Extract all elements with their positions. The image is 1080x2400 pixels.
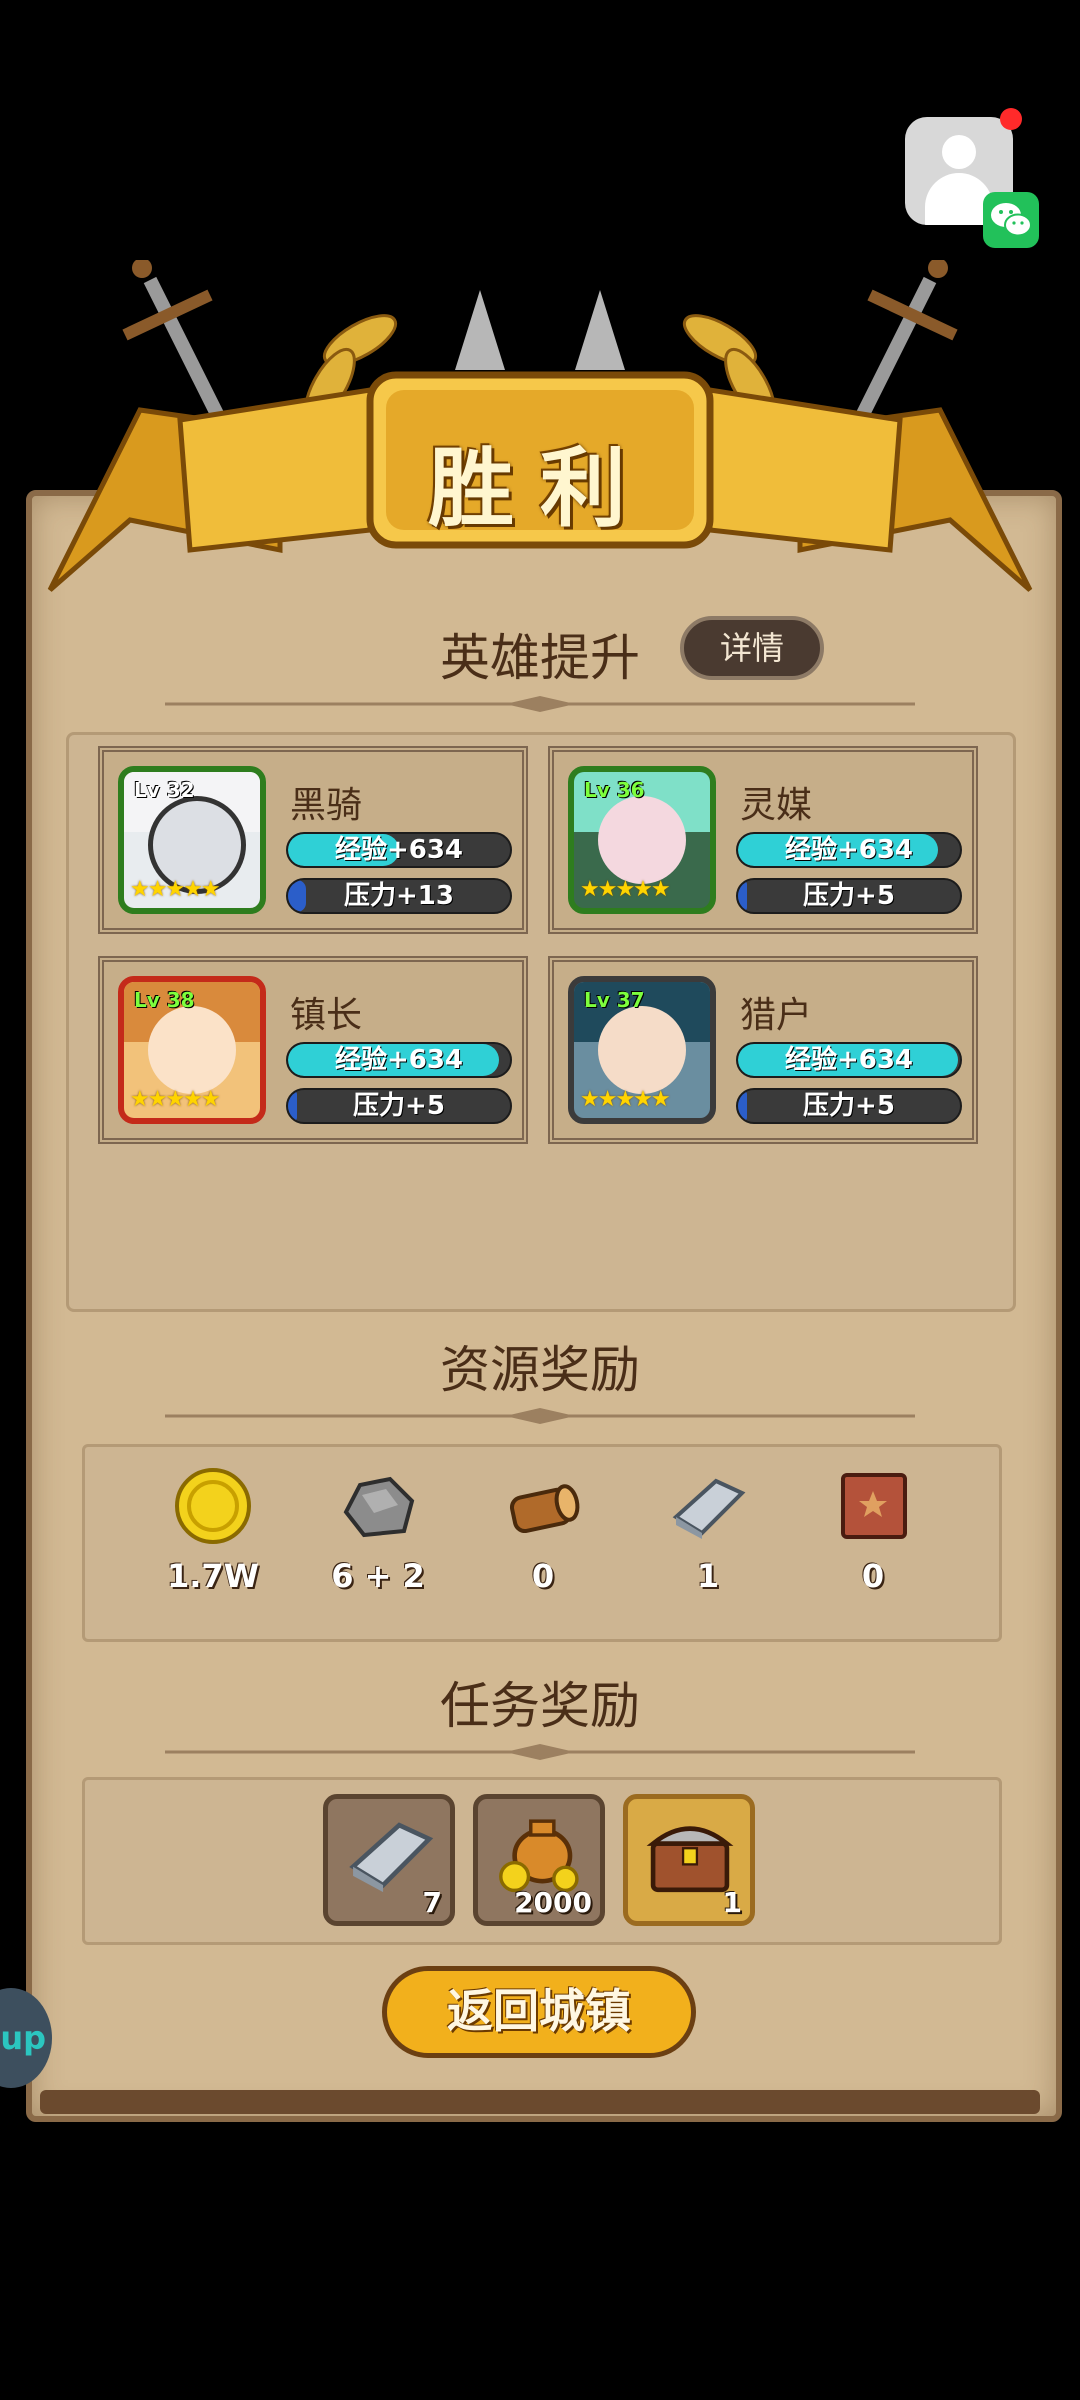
tasks-section-title: 任务奖励 <box>440 1677 640 1735</box>
hero-stars: ★★★★★ <box>130 1087 221 1112</box>
section-divider <box>165 1408 915 1424</box>
hero-portrait: Lv 32 ★★★★★ <box>118 766 266 914</box>
resource-item: 0 <box>813 1467 933 1595</box>
leather-icon <box>841 1473 907 1539</box>
resource-item: 1.7W <box>153 1467 273 1595</box>
spear-tip-icon <box>575 290 625 370</box>
hero-name: 灵媒 <box>740 785 813 826</box>
hero-level: Lv 36 <box>584 778 645 802</box>
wechat-icon[interactable] <box>983 192 1039 248</box>
wood-log-icon <box>509 1484 580 1534</box>
exp-bar: 经验+634 <box>736 1042 962 1078</box>
task-reward-count: 2000 <box>514 1886 592 1919</box>
hero-card[interactable]: Lv 37 ★★★★★ 猎户 经验+634 压力+5 <box>548 956 978 1144</box>
section-divider <box>165 696 915 712</box>
task-rewards: 7 2000 1 <box>82 1777 1002 1945</box>
exp-bar: 经验+634 <box>286 832 512 868</box>
exp-bar: 经验+634 <box>286 1042 512 1078</box>
hero-level: Lv 32 <box>134 778 195 802</box>
pressure-bar: 压力+13 <box>286 878 512 914</box>
exp-text: 经验+634 <box>784 1045 914 1075</box>
pressure-bar: 压力+5 <box>286 1088 512 1124</box>
resource-rewards: 1.7W 6 + 2 0 1 0 <box>82 1444 1002 1642</box>
avatar-head <box>942 135 976 169</box>
resource-item: 6 + 2 <box>318 1467 438 1595</box>
pressure-text: 压力+5 <box>803 881 895 911</box>
resource-value: 0 <box>531 1557 555 1595</box>
heroes-section-title: 英雄提升 <box>440 629 640 687</box>
resource-value: 1 <box>696 1557 720 1595</box>
exp-bar: 经验+634 <box>736 832 962 868</box>
gold-coin-icon <box>175 1468 251 1544</box>
resources-section-title: 资源奖励 <box>440 1341 640 1399</box>
task-reward-item[interactable]: 1 <box>623 1794 755 1926</box>
task-reward-item[interactable]: 7 <box>323 1794 455 1926</box>
resource-value: 6 + 2 <box>331 1557 425 1595</box>
exp-text: 经验+634 <box>334 835 464 865</box>
hero-card[interactable]: Lv 38 ★★★★★ 镇长 经验+634 压力+5 <box>98 956 528 1144</box>
stone-icon <box>343 1476 415 1538</box>
hero-stars: ★★★★★ <box>580 877 671 902</box>
hero-name: 黑骑 <box>290 785 363 826</box>
exp-text: 经验+634 <box>334 1045 464 1075</box>
resource-value: 1.7W <box>167 1557 259 1595</box>
left-sword-icon <box>122 260 227 424</box>
exp-text: 经验+634 <box>784 835 914 865</box>
iron-ingot-icon <box>672 1478 746 1539</box>
pressure-text: 压力+13 <box>344 881 454 911</box>
right-sword-icon <box>853 260 958 424</box>
hero-portrait: Lv 37 ★★★★★ <box>568 976 716 1124</box>
resource-item: 1 <box>648 1467 768 1595</box>
details-button[interactable]: 详情 <box>680 616 824 680</box>
panel-bottom-edge <box>40 2090 1040 2114</box>
pressure-bar: 压力+5 <box>736 878 962 914</box>
resource-value: 0 <box>861 1557 885 1595</box>
hero-portrait: Lv 38 ★★★★★ <box>118 976 266 1124</box>
pressure-bar: 压力+5 <box>736 1088 962 1124</box>
gold-bag-icon <box>499 1819 579 1893</box>
pressure-text: 压力+5 <box>803 1091 895 1121</box>
task-reward-count: 7 <box>422 1886 442 1919</box>
pressure-text: 压力+5 <box>353 1091 445 1121</box>
hero-level: Lv 38 <box>134 988 195 1012</box>
hero-stars: ★★★★★ <box>130 877 221 902</box>
hero-stars: ★★★★★ <box>580 1087 671 1112</box>
resource-item: 0 <box>483 1467 603 1595</box>
hero-card[interactable]: Lv 36 ★★★★★ 灵媒 经验+634 压力+5 <box>548 746 978 934</box>
notification-dot <box>1000 108 1022 130</box>
task-reward-count: 1 <box>722 1886 742 1919</box>
hero-card[interactable]: Lv 32 ★★★★★ 黑骑 经验+634 压力+13 <box>98 746 528 934</box>
victory-title: 胜利 <box>428 438 652 539</box>
return-to-town-button[interactable]: 返回城镇 <box>382 1966 696 2058</box>
task-reward-item[interactable]: 2000 <box>473 1794 605 1926</box>
hero-name: 猎户 <box>740 995 813 1036</box>
section-divider <box>165 1744 915 1760</box>
hero-portrait: Lv 36 ★★★★★ <box>568 766 716 914</box>
hero-level: Lv 37 <box>584 988 645 1012</box>
spear-tip-icon <box>455 290 505 370</box>
hero-name: 镇长 <box>290 995 363 1036</box>
